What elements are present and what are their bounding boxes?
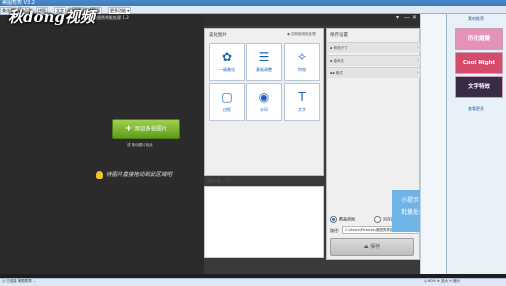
- frame-icon: ▢: [221, 90, 233, 104]
- tile-label: 水印: [260, 107, 268, 112]
- flower-icon: ✿: [221, 50, 233, 64]
- save-button-label: 保存: [370, 244, 381, 250]
- add-images-button[interactable]: + 添加多张图片: [112, 119, 180, 139]
- lightbulb-icon: [96, 170, 103, 179]
- sliders-icon: ☰: [258, 50, 270, 64]
- plus-icon: +: [124, 124, 133, 134]
- setting-rename[interactable]: ▪ 重命名 ›: [327, 55, 422, 66]
- setting-format-label: ▪▪ 格式: [330, 71, 343, 75]
- tile-effects[interactable]: ✧ 特效: [284, 43, 320, 81]
- minimize-icon[interactable]: —: [404, 14, 410, 22]
- status-left: ◎ 已连接 美图秀秀 ...: [2, 279, 37, 283]
- tile-text[interactable]: T 文字: [284, 83, 320, 121]
- tile-label: 边框: [223, 107, 231, 112]
- app-title-text: 美图秀秀批处理 1.3: [93, 15, 129, 20]
- tile-label: 一键美化: [219, 67, 235, 72]
- tile-label: 文字: [298, 107, 306, 112]
- setting-resize-label: ▪ 修改尺寸: [330, 46, 348, 50]
- effects-title: 美化图片: [209, 33, 227, 38]
- video-watermark: 秋dong视频: [8, 8, 95, 26]
- main-header: [204, 14, 420, 26]
- material-item[interactable]: 历化婚摄: [455, 28, 503, 50]
- drag-hint: 待图片直接拖动到此区域吧: [96, 170, 172, 180]
- save-button[interactable]: ⏏ 保存: [330, 238, 414, 256]
- chevron-right-icon: ›: [417, 58, 419, 64]
- setting-rename-label: ▪ 重命名: [330, 59, 344, 63]
- chevron-right-icon: ›: [417, 45, 419, 51]
- add-images-label: 添加多张图片: [134, 126, 168, 133]
- material-title: 素材推荐: [468, 16, 484, 21]
- settings-title: 保存设置: [330, 33, 348, 38]
- drag-hint-text: 待图片直接拖动到此区域吧: [106, 172, 173, 178]
- watermark-icon: ◉: [258, 90, 270, 104]
- overwrite-radio[interactable]: 覆盖原图: [330, 216, 355, 223]
- add-hint: 或 拖动图片到此: [127, 143, 153, 147]
- radio-selected-icon: [330, 216, 337, 223]
- tile-label: 特效: [298, 67, 306, 72]
- magic-wand-icon: ✧: [296, 50, 308, 64]
- image-list[interactable]: [204, 186, 324, 258]
- overwrite-label: 覆盖原图: [339, 216, 355, 222]
- tile-watermark[interactable]: ◉ 水印: [246, 83, 282, 121]
- material-item[interactable]: Cool Night: [455, 52, 503, 74]
- tile-one-click-beautify[interactable]: ✿ 一键美化: [209, 43, 245, 81]
- tile-label: 基础调整: [256, 67, 272, 72]
- radio-icon: [374, 216, 381, 223]
- menu-dropdown-icon[interactable]: ▾: [396, 14, 399, 22]
- material-item[interactable]: 文字特效: [455, 76, 503, 98]
- help-link[interactable]: ◉ 如何使用批处理: [287, 32, 316, 37]
- tile-basic-adjust[interactable]: ☰ 基础调整: [246, 43, 282, 81]
- setting-resize[interactable]: ▪ 修改尺寸 ›: [327, 42, 422, 53]
- setting-format[interactable]: ▪▪ 格式 ›: [327, 67, 422, 78]
- tile-frame[interactable]: ▢ 边框: [209, 83, 245, 121]
- text-icon: T: [298, 90, 306, 104]
- status-right: ◎ 60% ⊕ 放大 ⊖ 缩小: [424, 279, 461, 283]
- image-list-label: 图片列表（ 0 ）: [207, 179, 233, 183]
- right-toolbar: [420, 14, 446, 274]
- path-label: 路径:: [330, 228, 340, 233]
- chevron-right-icon: ›: [417, 70, 419, 76]
- close-icon[interactable]: ✕: [412, 14, 417, 22]
- material-more-link[interactable]: 查看更多: [446, 106, 506, 112]
